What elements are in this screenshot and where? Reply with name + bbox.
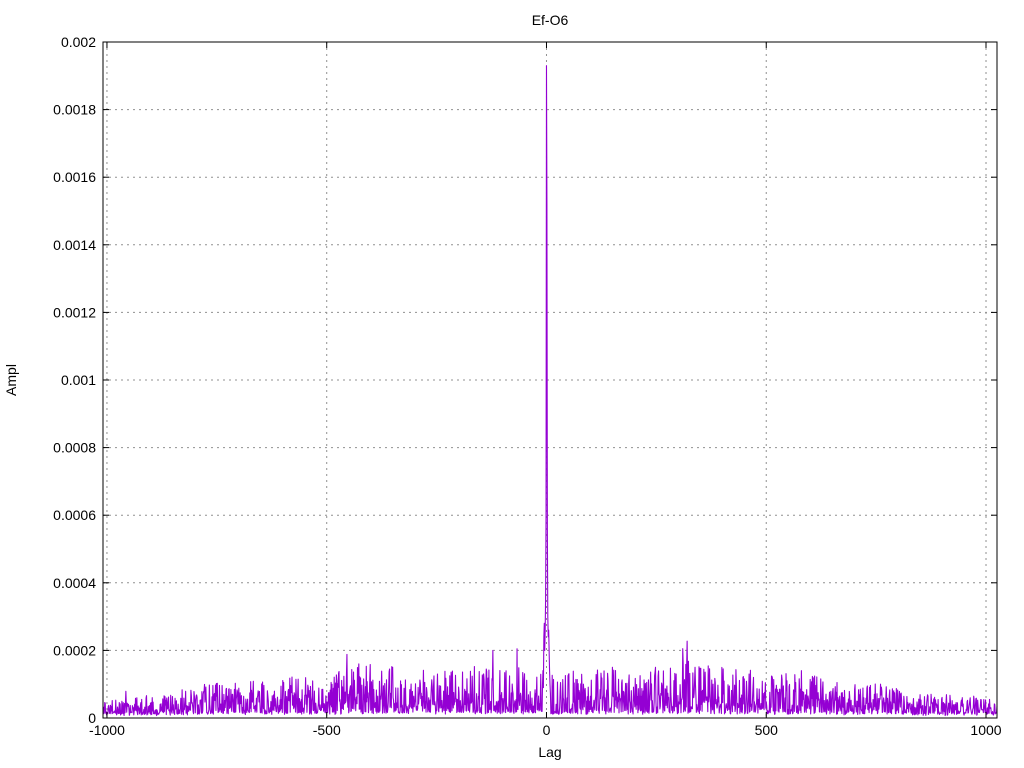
y-tick-label: 0.0016 <box>53 169 96 185</box>
y-tick-label: 0.0002 <box>53 642 96 658</box>
gridlines <box>103 41 997 719</box>
tick-labels: -1000 -500 0 500 100000.00020.00040.00060.00… <box>53 34 1002 738</box>
axes <box>102 41 998 719</box>
x-tick-label: 1000 <box>970 722 1001 738</box>
y-tick-label: 0.0006 <box>53 507 96 523</box>
plot-border <box>102 41 998 719</box>
chart-canvas: -1000 -500 0 500 100000.00020.00040.00060.00… <box>3 12 1002 760</box>
y-tick-label: 0.0004 <box>53 575 96 591</box>
y-tick-label: 0.0008 <box>53 440 96 456</box>
x-tick-label: 0 <box>543 722 551 738</box>
y-axis-label: Ampl <box>3 364 19 396</box>
y-tick-label: 0.0012 <box>53 304 96 320</box>
y-tick-label: 0.0014 <box>53 237 96 253</box>
data-series <box>102 65 998 717</box>
chart-title: Ef-O6 <box>532 12 569 28</box>
series-line <box>102 65 998 717</box>
x-tick-label: 500 <box>755 722 779 738</box>
x-tick-label: -500 <box>313 722 341 738</box>
chart-figure: -1000 -500 0 500 1000 0 0.0002 0.0004 0.0006 0.00… <box>0 0 1024 768</box>
y-tick-label: 0 <box>88 710 96 726</box>
y-tick-label: 0.0018 <box>53 102 96 118</box>
x-axis-label: Lag <box>538 744 561 760</box>
y-tick-label: 0.001 <box>61 372 96 388</box>
y-tick-label: 0.002 <box>61 34 96 50</box>
